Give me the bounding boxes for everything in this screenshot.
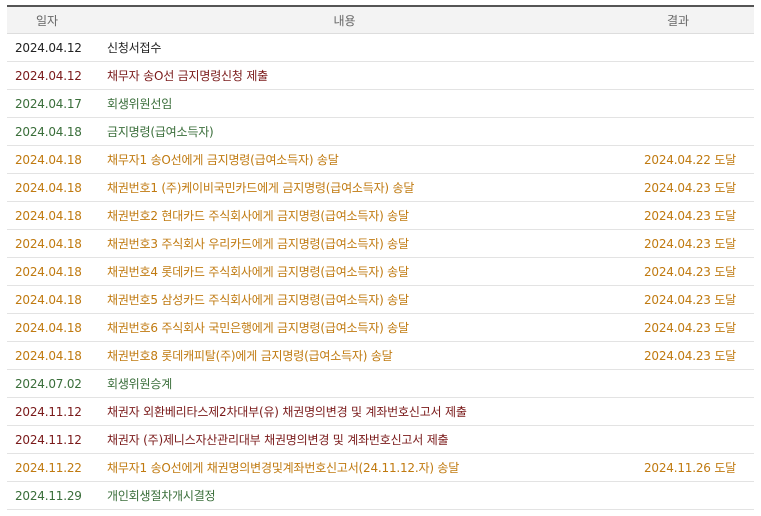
row-date: 2024.07.02 <box>7 369 87 398</box>
header-date: 일자 <box>7 6 87 34</box>
row-result: 2024.04.23 도달 <box>602 173 754 202</box>
table-row: 2024.04.18 채권번호5 삼성카드 주식회사에게 금지명령(급여소득자) … <box>7 285 754 314</box>
header-result: 결과 <box>602 6 754 34</box>
row-date: 2024.04.18 <box>7 201 87 230</box>
table-row: 2024.11.12 채권자 외환베리타스제2차대부(유) 채권명의변경 및 계좌… <box>7 397 754 426</box>
row-date: 2024.11.12 <box>7 397 87 426</box>
row-result: 2024.04.23 도달 <box>602 229 754 258</box>
row-content: 신청서접수 <box>87 33 602 62</box>
row-content: 금지명령(급여소득자) <box>87 117 602 146</box>
table-row: 2024.04.12 신청서접수 <box>7 33 754 62</box>
row-content: 채권번호2 현대카드 주식회사에게 금지명령(급여소득자) 송달 <box>87 201 602 230</box>
row-content: 채권번호5 삼성카드 주식회사에게 금지명령(급여소득자) 송달 <box>87 285 602 314</box>
row-content: 채권번호1 (주)케이비국민카드에게 금지명령(급여소득자) 송달 <box>87 173 602 202</box>
table-row: 2024.04.17 회생위원선임 <box>7 89 754 118</box>
row-content: 회생위원승계 <box>87 369 602 398</box>
table-header: 일자 내용 결과 <box>7 6 754 34</box>
row-result <box>602 117 754 146</box>
row-date: 2024.04.18 <box>7 117 87 146</box>
table-row: 2024.11.22 채무자1 송O선에게 채권명의변경및계좌번호신고서(24.1… <box>7 453 754 482</box>
table-row: 2024.11.29 개인회생절차개시결정 <box>7 481 754 510</box>
row-date: 2024.04.18 <box>7 257 87 286</box>
row-date: 2024.11.12 <box>7 425 87 454</box>
table-row: 2024.04.18 채권번호3 주식회사 우리카드에게 금지명령(급여소득자) … <box>7 229 754 258</box>
row-result <box>602 89 754 118</box>
table-body: 2024.04.12 신청서접수 2024.04.12 채무자 송O선 금지명령신청 … <box>7 33 754 510</box>
row-date: 2024.11.29 <box>7 481 87 510</box>
row-date: 2024.04.12 <box>7 33 87 62</box>
row-result: 2024.04.23 도달 <box>602 201 754 230</box>
row-result: 2024.04.23 도달 <box>602 257 754 286</box>
row-content: 채권번호8 롯데캐피탈(주)에게 금지명령(급여소득자) 송달 <box>87 341 602 370</box>
row-content: 채권번호4 롯데카드 주식회사에게 금지명령(급여소득자) 송달 <box>87 257 602 286</box>
row-result <box>602 397 754 426</box>
row-date: 2024.04.18 <box>7 145 87 174</box>
table-row: 2024.04.18 채무자1 송O선에게 금지명령(급여소득자) 송달 2024.… <box>7 145 754 174</box>
row-result: 2024.04.23 도달 <box>602 341 754 370</box>
header-row: 일자 내용 결과 <box>7 6 754 34</box>
row-content: 채무자 송O선 금지명령신청 제출 <box>87 61 602 90</box>
row-content: 채무자1 송O선에게 채권명의변경및계좌번호신고서(24.11.12.자) 송달 <box>87 453 602 482</box>
row-date: 2024.04.18 <box>7 285 87 314</box>
row-result: 2024.11.26 도달 <box>602 453 754 482</box>
row-content: 회생위원선임 <box>87 89 602 118</box>
table-row: 2024.04.18 채권번호6 주식회사 국민은행에게 금지명령(급여소득자) … <box>7 313 754 342</box>
row-content: 채권번호6 주식회사 국민은행에게 금지명령(급여소득자) 송달 <box>87 313 602 342</box>
row-content: 개인회생절차개시결정 <box>87 481 602 510</box>
row-result: 2024.04.22 도달 <box>602 145 754 174</box>
row-result <box>602 33 754 62</box>
row-date: 2024.04.18 <box>7 229 87 258</box>
row-result <box>602 61 754 90</box>
row-content: 채권번호3 주식회사 우리카드에게 금지명령(급여소득자) 송달 <box>87 229 602 258</box>
row-date: 2024.04.17 <box>7 89 87 118</box>
table-row: 2024.04.12 채무자 송O선 금지명령신청 제출 <box>7 61 754 90</box>
row-content: 채권자 (주)제니스자산관리대부 채권명의변경 및 계좌번호신고서 제출 <box>87 425 602 454</box>
table-row: 2024.11.12 채권자 (주)제니스자산관리대부 채권명의변경 및 계좌번호… <box>7 425 754 454</box>
row-date: 2024.04.18 <box>7 313 87 342</box>
row-result <box>602 481 754 510</box>
row-result: 2024.04.23 도달 <box>602 285 754 314</box>
row-date: 2024.11.22 <box>7 453 87 482</box>
case-progress-table-wrapper: 일자 내용 결과 2024.04.12 신청서접수 2024.04.12 채무자 송O… <box>7 5 754 510</box>
row-result <box>602 425 754 454</box>
row-content: 채권자 외환베리타스제2차대부(유) 채권명의변경 및 계좌번호신고서 제출 <box>87 397 602 426</box>
case-progress-table: 일자 내용 결과 2024.04.12 신청서접수 2024.04.12 채무자 송O… <box>7 5 754 510</box>
table-row: 2024.04.18 채권번호8 롯데캐피탈(주)에게 금지명령(급여소득자) 송… <box>7 341 754 370</box>
table-row: 2024.04.18 채권번호1 (주)케이비국민카드에게 금지명령(급여소득자)… <box>7 173 754 202</box>
table-row: 2024.04.18 채권번호2 현대카드 주식회사에게 금지명령(급여소득자) … <box>7 201 754 230</box>
header-content: 내용 <box>87 6 602 34</box>
table-row: 2024.04.18 채권번호4 롯데카드 주식회사에게 금지명령(급여소득자) … <box>7 257 754 286</box>
row-result <box>602 369 754 398</box>
row-content: 채무자1 송O선에게 금지명령(급여소득자) 송달 <box>87 145 602 174</box>
table-row: 2024.04.18 금지명령(급여소득자) <box>7 117 754 146</box>
row-date: 2024.04.18 <box>7 173 87 202</box>
row-date: 2024.04.18 <box>7 341 87 370</box>
row-result: 2024.04.23 도달 <box>602 313 754 342</box>
row-date: 2024.04.12 <box>7 61 87 90</box>
table-row: 2024.07.02 회생위원승계 <box>7 369 754 398</box>
